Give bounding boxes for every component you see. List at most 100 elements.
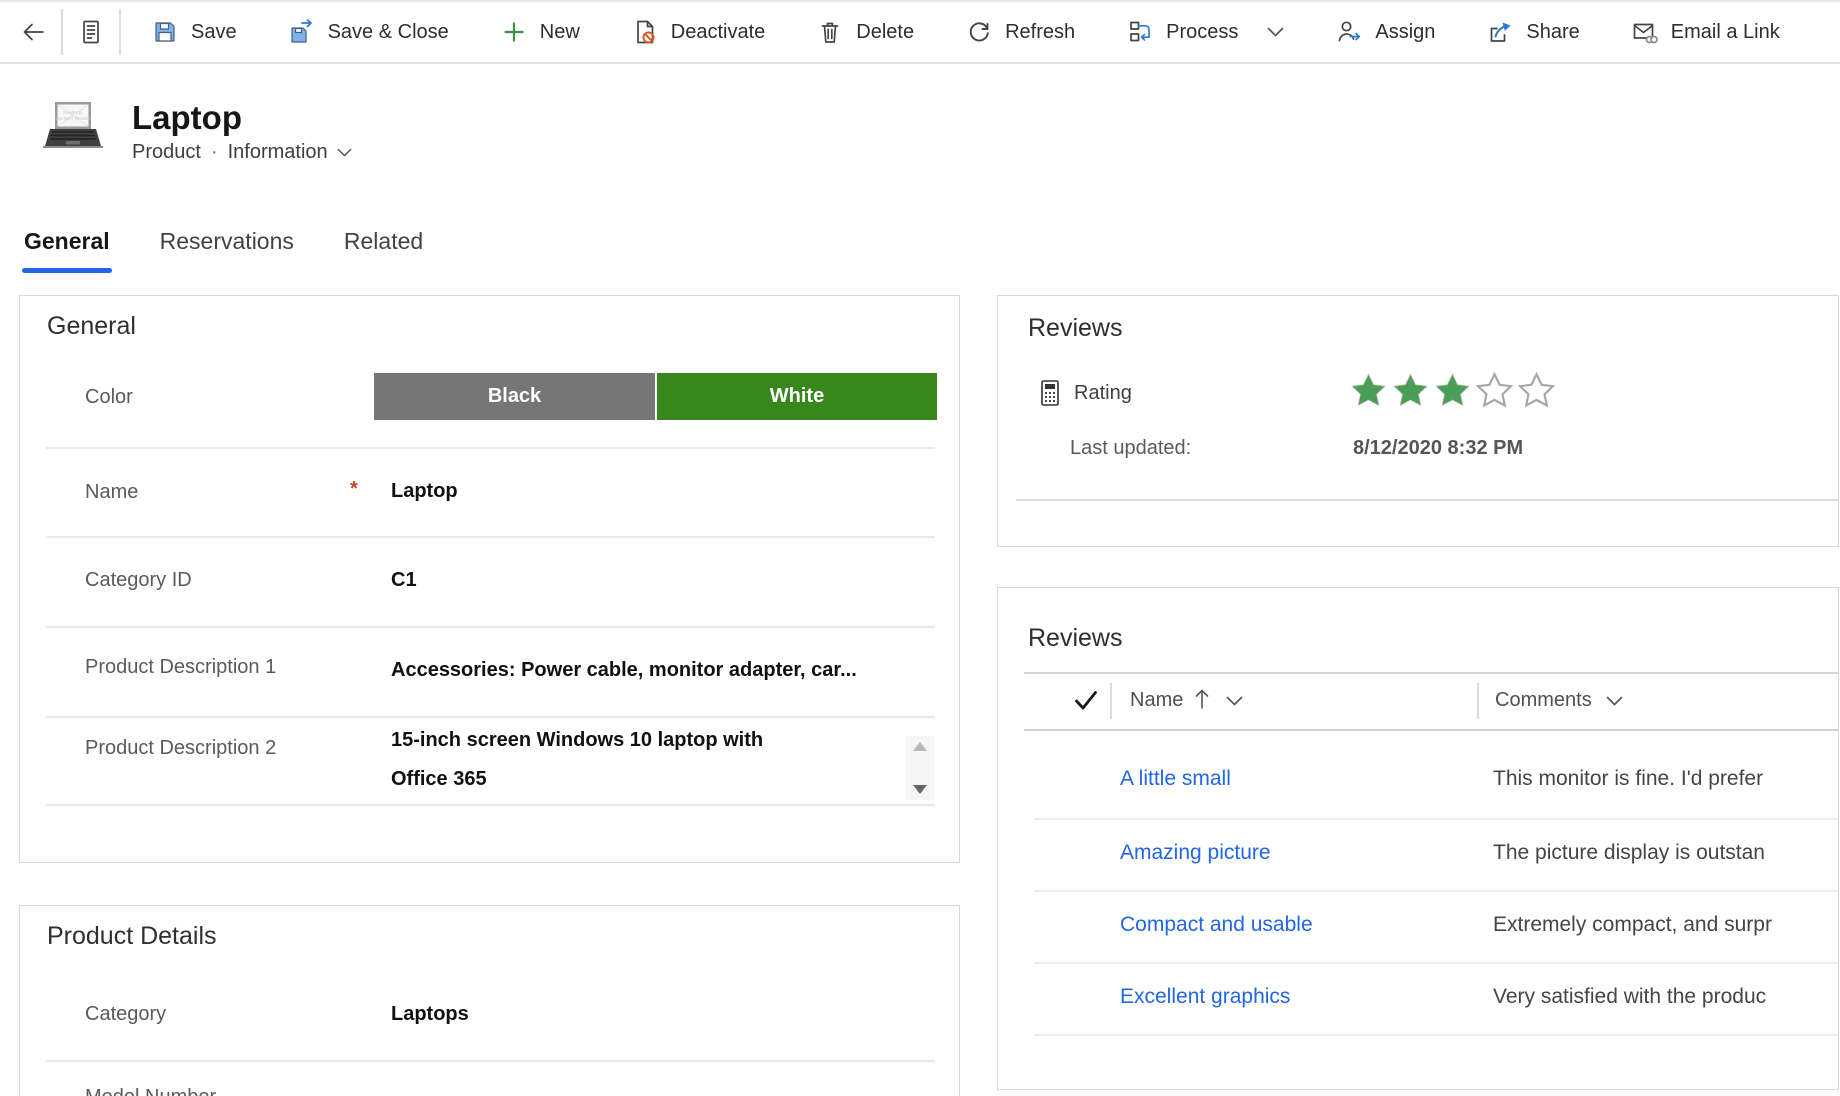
review-comment: The picture display is outstan	[1493, 841, 1840, 865]
rating-stars[interactable]	[1350, 372, 1555, 409]
save-label: Save	[191, 21, 237, 44]
star-filled-icon[interactable]	[1350, 372, 1387, 409]
refresh-label: Refresh	[1005, 21, 1075, 44]
toolbar-separator	[61, 9, 63, 55]
email-a-link-label: Email a Link	[1671, 21, 1780, 44]
star-empty-icon[interactable]	[1518, 372, 1555, 409]
field-divider	[46, 626, 935, 628]
tab-related[interactable]: Related	[342, 222, 425, 273]
delete-button[interactable]: Delete	[791, 2, 940, 62]
product-description-2-label: Product Description 2	[85, 737, 276, 760]
review-comment: Very satisfied with the produc	[1493, 985, 1840, 1009]
row-divider	[1034, 962, 1838, 964]
tab-general[interactable]: General	[22, 222, 112, 273]
review-name-link[interactable]: Amazing picture	[1120, 841, 1271, 865]
calculated-field-icon	[1038, 379, 1062, 407]
name-field-label: Name	[85, 481, 138, 504]
back-button[interactable]	[10, 2, 56, 62]
process-icon	[1127, 19, 1153, 45]
field-divider	[46, 536, 935, 538]
category-id-field-value[interactable]: C1	[391, 569, 417, 592]
star-filled-icon[interactable]	[1434, 372, 1471, 409]
share-button[interactable]: Share	[1461, 2, 1605, 62]
form-selector[interactable]: Information	[228, 141, 352, 164]
refresh-icon	[966, 19, 992, 45]
delete-trash-icon	[817, 19, 843, 45]
select-all-checkmark-icon[interactable]	[1074, 690, 1098, 712]
form-tabs: General Reservations Related	[22, 222, 425, 273]
toolbar-separator	[119, 9, 121, 55]
last-updated-value: 8/12/2020 8:32 PM	[1353, 437, 1523, 460]
name-filter-chevron-icon[interactable]	[1226, 696, 1243, 707]
record-header: SAMPLE, DO NOT REUSE Laptop Product · In…	[40, 100, 352, 164]
field-divider	[46, 804, 935, 806]
process-button[interactable]: Process	[1101, 2, 1310, 62]
entity-type-label: Product	[132, 141, 201, 164]
scroll-up-icon[interactable]	[913, 742, 927, 751]
field-divider	[46, 716, 935, 718]
scroll-down-icon[interactable]	[913, 785, 927, 794]
comments-column-label: Comments	[1495, 689, 1592, 712]
category-field-label: Category	[85, 1003, 166, 1026]
star-empty-icon[interactable]	[1476, 372, 1513, 409]
new-label: New	[540, 21, 580, 44]
model-number-field-label: Model Number	[85, 1086, 216, 1096]
reviews-summary-card: Reviews Rating Last updated: 8/12/2020 8…	[997, 295, 1839, 547]
row-divider	[1034, 1034, 1838, 1036]
general-section-title: General	[47, 312, 136, 341]
column-divider	[1110, 683, 1112, 719]
product-description-1-label: Product Description 1	[85, 656, 276, 679]
comments-filter-chevron-icon[interactable]	[1606, 696, 1623, 707]
assign-person-icon	[1336, 19, 1362, 45]
field-divider	[1016, 499, 1838, 501]
color-option-white[interactable]: White	[657, 373, 937, 420]
record-title: Laptop	[132, 100, 352, 136]
review-name-link[interactable]: A little small	[1120, 767, 1231, 791]
process-chevron-icon	[1267, 27, 1284, 38]
sort-ascending-icon	[1194, 688, 1210, 710]
deactivate-icon	[632, 19, 658, 45]
photo-watermark-line1: SAMPLE,	[63, 110, 83, 115]
record-subtitle: Product · Information	[132, 141, 352, 164]
field-divider	[46, 1060, 935, 1062]
star-filled-icon[interactable]	[1392, 372, 1429, 409]
save-and-close-button[interactable]: Save & Close	[263, 2, 475, 62]
save-and-close-icon	[289, 19, 315, 45]
description-line-1: 15-inch screen Windows 10 laptop with	[391, 721, 891, 760]
general-section-card: General Color Black White Name * Laptop …	[19, 295, 960, 863]
field-divider	[46, 447, 935, 449]
new-button[interactable]: New	[475, 2, 606, 62]
refresh-button[interactable]: Refresh	[940, 2, 1101, 62]
deactivate-label: Deactivate	[671, 21, 766, 44]
color-field-label: Color	[85, 386, 133, 409]
review-comment: Extremely compact, and surpr	[1493, 913, 1840, 937]
product-details-title: Product Details	[47, 922, 217, 951]
product-photo[interactable]: SAMPLE, DO NOT REUSE	[40, 100, 104, 154]
column-divider	[1477, 683, 1479, 719]
email-a-link-button[interactable]: Email a Link	[1606, 2, 1806, 62]
product-description-2-value[interactable]: 15-inch screen Windows 10 laptop with Of…	[391, 721, 891, 799]
product-details-card: Product Details Category Laptops Model N…	[19, 905, 960, 1096]
grid-header-border	[1024, 729, 1838, 731]
description-scrollbar[interactable]	[906, 736, 934, 800]
share-icon	[1487, 19, 1513, 45]
form-name-label: Information	[228, 141, 328, 164]
form-selector-button[interactable]	[68, 2, 114, 62]
category-field-value[interactable]: Laptops	[391, 1003, 469, 1026]
delete-label: Delete	[856, 21, 914, 44]
name-field-value[interactable]: Laptop	[391, 480, 458, 503]
deactivate-button[interactable]: Deactivate	[606, 2, 792, 62]
form-selector-chevron-icon	[337, 148, 352, 158]
save-and-close-label: Save & Close	[328, 21, 449, 44]
product-description-1-value[interactable]: Accessories: Power cable, monitor adapte…	[391, 659, 857, 682]
review-name-link[interactable]: Excellent graphics	[1120, 985, 1290, 1009]
tab-reservations[interactable]: Reservations	[158, 222, 296, 273]
required-asterisk: *	[350, 478, 358, 501]
assign-button[interactable]: Assign	[1310, 2, 1461, 62]
save-button[interactable]: Save	[126, 2, 263, 62]
record-header-text: Laptop Product · Information	[132, 100, 352, 164]
assign-label: Assign	[1375, 21, 1435, 44]
color-option-black[interactable]: Black	[374, 373, 655, 420]
share-label: Share	[1526, 21, 1579, 44]
review-name-link[interactable]: Compact and usable	[1120, 913, 1313, 937]
